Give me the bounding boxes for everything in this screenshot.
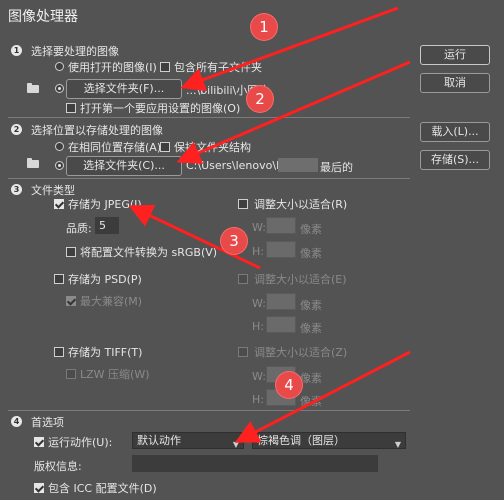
annotation-badge-1: 1 — [251, 14, 277, 40]
annotation-badge-2: 2 — [247, 86, 273, 112]
annotation-arrow-4 — [234, 350, 411, 443]
annotation-arrow-2 — [176, 60, 411, 164]
annotation-badge-3: 3 — [221, 228, 247, 254]
annotation-badge-4: 4 — [276, 372, 302, 398]
annotation-arrow-1 — [180, 6, 399, 92]
annotation-arrows — [128, 6, 411, 443]
